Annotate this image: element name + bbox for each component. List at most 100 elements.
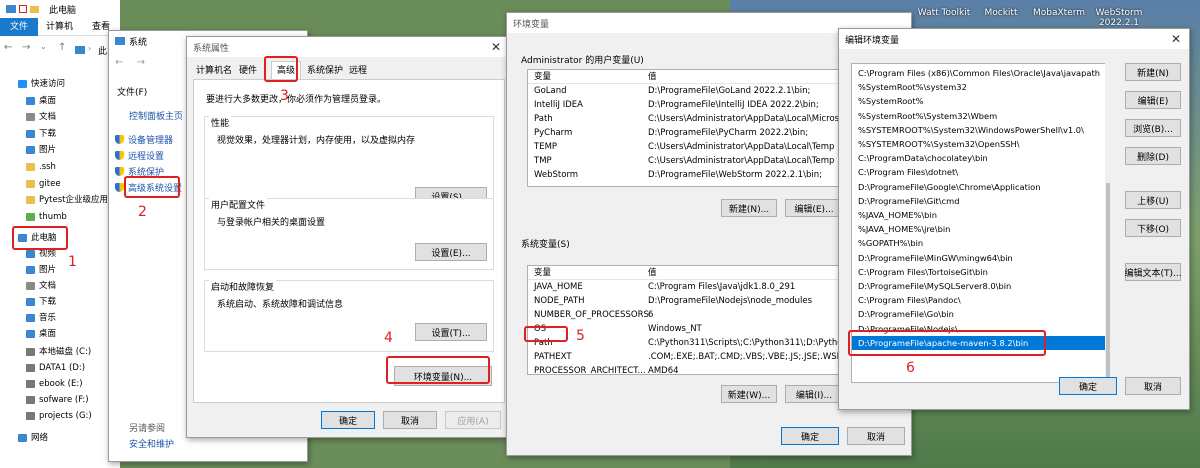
path-entry[interactable]: C:\Program Files\TortoiseGit\bin (852, 265, 1106, 279)
forward-arrow-icon[interactable]: → (22, 42, 30, 53)
delete-path-button[interactable]: 删除(D) (1125, 147, 1181, 165)
path-entry[interactable]: %GOPATH%\bin (852, 236, 1106, 250)
sidebar-item[interactable]: gitee (26, 176, 61, 192)
security-link[interactable]: 安全和维护 (129, 437, 174, 450)
sidebar-item[interactable]: sofware (F:) (26, 392, 89, 408)
sysprops-ok-button[interactable]: 确定 (321, 411, 375, 429)
ribbon-tab-computer[interactable]: 计算机 (46, 18, 73, 36)
column-header-value[interactable]: 值 (648, 70, 657, 84)
path-entry[interactable]: D:\ProgrameFile\Google\Chrome\Applicatio… (852, 180, 1106, 194)
sidebar-item[interactable]: Pytest企业级应用实 (26, 192, 116, 208)
path-entry[interactable]: %SystemRoot%\System32\Wbem (852, 109, 1106, 123)
tab-hardware[interactable]: 硬件 (239, 63, 257, 79)
table-row[interactable]: TEMP C:\Users\Administrator\AppData\Local… (528, 140, 842, 154)
tab-remote[interactable]: 远程 (349, 63, 367, 79)
desktop-icon-mockitt[interactable]: Mockitt (972, 8, 1030, 30)
sidebar-item[interactable]: 音乐 (26, 310, 56, 326)
startup-settings-button[interactable]: 设置(T)... (415, 323, 487, 341)
system-menu-file[interactable]: 文件(F) (117, 85, 147, 98)
system-link-home[interactable]: 控制面板主页 (129, 109, 183, 122)
sidebar-item[interactable]: 桌面 (26, 93, 56, 109)
path-entry[interactable]: C:\Program Files (x86)\Common Files\Orac… (852, 66, 1106, 80)
browse-path-button[interactable]: 浏览(B)... (1125, 119, 1181, 137)
path-entry[interactable]: %SystemRoot%\system32 (852, 80, 1106, 94)
desktop-icon-watt[interactable]: Watt Toolkit (915, 8, 973, 30)
scrollbar-thumb[interactable] (1106, 183, 1110, 383)
path-entry[interactable]: %SystemRoot% (852, 94, 1106, 108)
new-path-button[interactable]: 新建(N) (1125, 63, 1181, 81)
path-entry[interactable]: C:\Program Files\Pandoc\ (852, 293, 1106, 307)
desktop-icon-mobaxterm[interactable]: MobaXterm (1030, 8, 1088, 30)
editenv-ok-button[interactable]: 确定 (1059, 377, 1117, 395)
path-entry[interactable]: %SYSTEMROOT%\System32\WindowsPowerShell\… (852, 123, 1106, 137)
path-entry[interactable]: D:\ProgrameFile\MySQLServer8.0\bin (852, 279, 1106, 293)
path-entry[interactable]: C:\Program Files\dotnet\ (852, 165, 1106, 179)
table-row[interactable]: PROCESSOR_ARCHITECT... AMD64 (528, 364, 842, 374)
path-entry[interactable]: C:\ProgramData\chocolatey\bin (852, 151, 1106, 165)
table-row[interactable]: NUMBER_OF_PROCESSORS 6 (528, 308, 842, 322)
sidebar-item[interactable]: 文档 (26, 278, 56, 294)
path-entry[interactable]: D:\ProgrameFile\Git\cmd (852, 194, 1106, 208)
path-entry[interactable]: D:\ProgrameFile\Go\bin (852, 307, 1106, 321)
system-new-button[interactable]: 新建(W)... (721, 385, 777, 403)
sidebar-item[interactable]: 文档 (26, 109, 56, 125)
path-list-scrollbar[interactable] (1105, 63, 1111, 383)
sidebar-item[interactable]: 图片 (26, 262, 56, 278)
envvars-cancel-button[interactable]: 取消 (847, 427, 905, 445)
column-header-variable[interactable]: 变量 (534, 70, 551, 84)
back-arrow-icon[interactable]: ← (115, 57, 123, 68)
sidebar-item[interactable]: 下载 (26, 294, 56, 310)
envvars-ok-button[interactable]: 确定 (781, 427, 839, 445)
sidebar-item[interactable]: projects (G:) (26, 408, 92, 424)
close-icon[interactable]: ✕ (1171, 32, 1181, 46)
chevron-down-icon[interactable]: ⌄ (40, 42, 47, 51)
table-row[interactable]: JAVA_HOME C:\Program Files\Java\jdk1.8.0_… (528, 280, 842, 294)
column-header-variable[interactable]: 变量 (534, 266, 551, 280)
path-entry[interactable]: %JAVA_HOME%\jre\bin (852, 222, 1106, 236)
user-edit-button[interactable]: 编辑(E)... (785, 199, 843, 217)
system-link-device-manager[interactable]: 设备管理器 (115, 133, 173, 146)
sidebar-item[interactable]: .ssh (26, 159, 56, 175)
editenv-cancel-button[interactable]: 取消 (1125, 377, 1181, 395)
sidebar-item[interactable]: 下载 (26, 126, 56, 142)
sidebar-item[interactable]: 快速访问 (18, 76, 65, 92)
sidebar-item[interactable]: DATA1 (D:) (26, 360, 85, 376)
table-row[interactable]: TMP C:\Users\Administrator\AppData\Local\… (528, 154, 842, 168)
sidebar-item[interactable]: 图片 (26, 142, 56, 158)
system-edit-button[interactable]: 编辑(I)... (785, 385, 843, 403)
sysprops-cancel-button[interactable]: 取消 (383, 411, 437, 429)
table-row[interactable]: PyCharm D:\ProgrameFile\PyCharm 2022.2\bi… (528, 126, 842, 140)
back-arrow-icon[interactable]: ← (4, 42, 12, 53)
sidebar-item[interactable]: 网络 (18, 430, 48, 446)
tab-system-protection[interactable]: 系统保护 (307, 63, 343, 79)
sidebar-item[interactable]: ebook (E:) (26, 376, 83, 392)
forward-arrow-icon[interactable]: → (137, 57, 145, 68)
sidebar-item[interactable]: thumb (26, 209, 67, 225)
table-row[interactable]: PATHEXT .COM;.EXE;.BAT;.CMD;.VBS;.VBE;.JS… (528, 350, 842, 364)
path-entry[interactable]: %SYSTEMROOT%\System32\OpenSSH\ (852, 137, 1106, 151)
path-entry[interactable]: D:\ProgrameFile\MinGW\mingw64\bin (852, 251, 1106, 265)
system-link-remote[interactable]: 远程设置 (115, 149, 164, 162)
move-down-button[interactable]: 下移(O) (1125, 219, 1181, 237)
column-header-value[interactable]: 值 (648, 266, 657, 280)
user-vars-list[interactable]: 变量 值 GoLand D:\ProgrameFile\GoLand 2022.2.1… (527, 69, 843, 187)
close-icon[interactable]: ✕ (491, 40, 501, 54)
system-vars-list[interactable]: 变量 值 JAVA_HOME C:\Program Files\Java\jdk1.8… (527, 265, 843, 375)
ribbon-tab-file[interactable]: 文件 (0, 18, 38, 36)
table-row[interactable]: WebStorm D:\ProgrameFile\WebStorm 2022.2.… (528, 168, 842, 182)
sidebar-item[interactable]: 桌面 (26, 326, 56, 342)
edit-text-button[interactable]: 编辑文本(T)... (1124, 263, 1182, 281)
sidebar-item[interactable]: 本地磁盘 (C:) (26, 344, 91, 360)
table-row[interactable]: IntelliJ IDEA D:\ProgrameFile\IntelliJ ID… (528, 98, 842, 112)
move-up-button[interactable]: 上移(U) (1125, 191, 1181, 209)
user-new-button[interactable]: 新建(N)... (721, 199, 777, 217)
tab-computer-name[interactable]: 计算机名 (193, 63, 235, 79)
profile-settings-button[interactable]: 设置(E)... (415, 243, 487, 261)
table-row[interactable]: GoLand D:\ProgrameFile\GoLand 2022.2.1\bi… (528, 84, 842, 98)
table-row[interactable]: NODE_PATH D:\ProgrameFile\Nodejs\node_mod… (528, 294, 842, 308)
path-entry[interactable]: %JAVA_HOME%\bin (852, 208, 1106, 222)
edit-path-button[interactable]: 编辑(E) (1125, 91, 1181, 109)
up-arrow-icon[interactable]: ↑ (58, 42, 66, 53)
table-row[interactable]: Path C:\Users\Administrator\AppData\Local… (528, 112, 842, 126)
sysprops-apply-button[interactable]: 应用(A) (445, 411, 501, 429)
